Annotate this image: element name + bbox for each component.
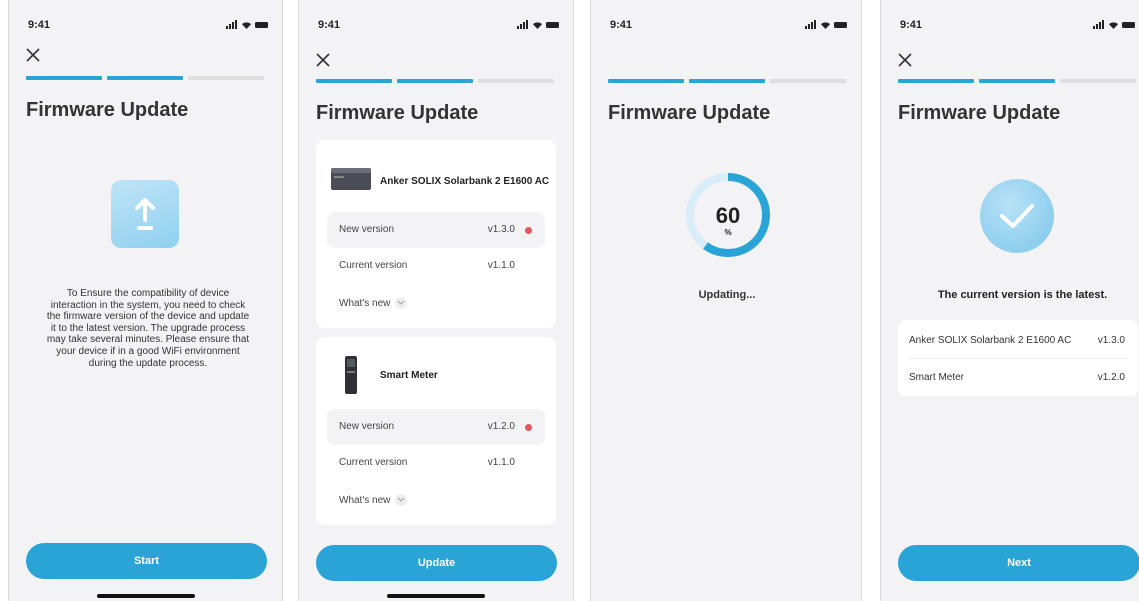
- status-time: 9:41: [900, 19, 923, 31]
- device-name: Smart Meter: [909, 372, 965, 383]
- page-title: Firmware Update: [26, 99, 189, 121]
- screen-firmware-intro: 9:41 Firmware Update To Ensure the compa…: [8, 0, 283, 601]
- progress-step: [608, 79, 684, 83]
- page-title: Firmware Update: [608, 102, 771, 124]
- signal-icon: [226, 20, 237, 29]
- progress-step: [188, 76, 264, 80]
- status-icons: [805, 20, 847, 29]
- progress-step: [770, 79, 846, 83]
- close-icon[interactable]: [315, 52, 331, 68]
- new-version-row: New version v1.2.0: [327, 409, 545, 445]
- check-icon: [980, 179, 1054, 253]
- wifi-icon: [820, 21, 830, 29]
- screen-firmware-updating: 9:41 Firmware Update 60 % Updating...: [590, 0, 862, 601]
- device-version: v1.2.0: [1097, 372, 1125, 383]
- whats-new-label: What's new: [339, 494, 391, 506]
- whats-new-label: What's new: [339, 297, 391, 309]
- wifi-icon: [241, 21, 251, 29]
- progress-percent: 60: [715, 203, 741, 228]
- updating-status: Updating...: [698, 289, 756, 301]
- page-title: Firmware Update: [316, 102, 479, 124]
- current-version-value: v1.1.0: [487, 260, 515, 271]
- signal-icon: [805, 20, 816, 29]
- progress-step: [316, 79, 392, 83]
- current-version-value: v1.1.0: [487, 457, 515, 468]
- progress-step: [1060, 79, 1136, 83]
- new-version-value: v1.3.0: [487, 224, 515, 235]
- status-time: 9:41: [610, 19, 633, 31]
- battery-icon: [546, 22, 559, 28]
- device-name: Smart Meter: [380, 369, 438, 381]
- device-name: Anker SOLIX Solarbank 2 E1600 AC: [909, 335, 1072, 346]
- progress-step: [478, 79, 554, 83]
- smart-meter-icon: [330, 355, 372, 395]
- progress-unit: %: [724, 228, 732, 237]
- progress-step: [689, 79, 765, 83]
- battery-icon: [255, 22, 268, 28]
- home-indicator: [97, 594, 195, 598]
- page-title: Firmware Update: [898, 102, 1061, 124]
- status-icons: [517, 20, 559, 29]
- device-card: Anker SOLIX Solarbank 2 E1600 AC New ver…: [316, 140, 556, 328]
- step-progress: [316, 79, 554, 83]
- new-version-label: New version: [339, 224, 395, 235]
- progress-step: [107, 76, 183, 80]
- status-icons: [226, 20, 268, 29]
- progress-step: [26, 76, 102, 80]
- progress-step: [979, 79, 1055, 83]
- close-icon[interactable]: [25, 47, 41, 63]
- list-item: Anker SOLIX Solarbank 2 E1600 AC v1.3.0: [909, 321, 1127, 359]
- whats-new-toggle[interactable]: What's new: [339, 297, 408, 309]
- status-time: 9:41: [28, 19, 51, 31]
- device-card: Smart Meter New version v1.2.0 Current v…: [316, 337, 556, 525]
- new-version-row: New version v1.3.0: [327, 212, 545, 248]
- device-header: Smart Meter: [330, 355, 438, 395]
- step-progress: [608, 79, 846, 83]
- battery-icon: [834, 22, 847, 28]
- start-button[interactable]: Start: [26, 543, 267, 579]
- close-icon[interactable]: [897, 52, 913, 68]
- upload-icon: [111, 180, 179, 248]
- current-version-row: Current version v1.1.0: [327, 445, 545, 481]
- progress-step: [397, 79, 473, 83]
- screen-firmware-complete: 9:41 Firmware Update The current version…: [880, 0, 1139, 601]
- signal-icon: [1093, 20, 1104, 29]
- screen-firmware-versions: 9:41 Firmware Update Anker SOLIX Solarba…: [298, 0, 574, 601]
- current-version-label: Current version: [339, 457, 408, 468]
- home-indicator: [387, 594, 485, 598]
- chevron-down-icon: [395, 494, 408, 506]
- device-name: Anker SOLIX Solarbank 2 E1600 AC: [380, 176, 550, 187]
- new-version-label: New version: [339, 421, 395, 432]
- update-available-dot: [525, 424, 532, 431]
- step-progress: [26, 76, 264, 80]
- status-time: 9:41: [318, 19, 341, 31]
- update-button[interactable]: Update: [316, 545, 557, 581]
- signal-icon: [517, 20, 528, 29]
- update-available-dot: [525, 227, 532, 234]
- new-version-value: v1.2.0: [487, 421, 515, 432]
- device-header: Anker SOLIX Solarbank 2 E1600 AC: [330, 166, 549, 197]
- step-progress: [898, 79, 1136, 83]
- device-version: v1.3.0: [1097, 335, 1125, 346]
- current-version-row: Current version v1.1.0: [327, 248, 545, 284]
- progress-step: [898, 79, 974, 83]
- device-version-list: Anker SOLIX Solarbank 2 E1600 AC v1.3.0 …: [898, 320, 1138, 396]
- wifi-icon: [532, 21, 542, 29]
- solarbank-device-icon: [330, 166, 372, 197]
- whats-new-toggle[interactable]: What's new: [339, 494, 408, 506]
- next-button[interactable]: Next: [898, 545, 1139, 581]
- chevron-down-icon: [395, 297, 408, 309]
- list-item: Smart Meter v1.2.0: [909, 358, 1127, 395]
- battery-icon: [1122, 22, 1135, 28]
- update-description: To Ensure the compatibility of device in…: [46, 288, 250, 369]
- latest-version-message: The current version is the latest.: [937, 289, 1108, 301]
- current-version-label: Current version: [339, 260, 408, 271]
- status-icons: [1093, 20, 1135, 29]
- wifi-icon: [1108, 21, 1118, 29]
